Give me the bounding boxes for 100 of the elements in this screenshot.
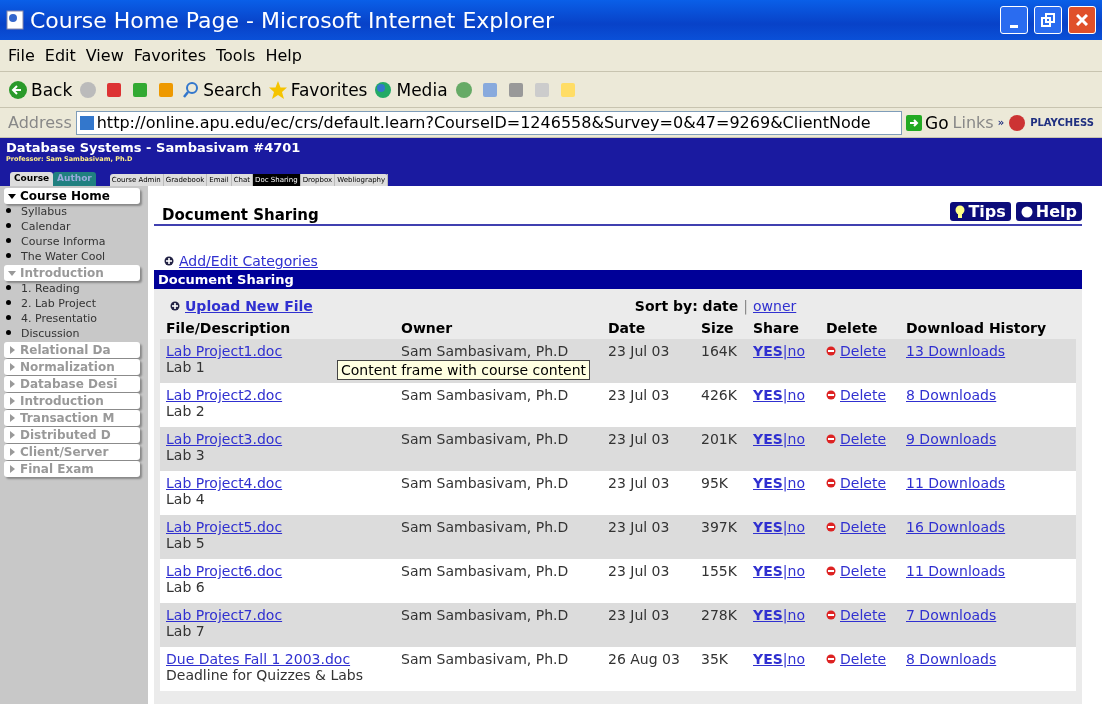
address-label: Address: [8, 113, 72, 132]
close-icon: [1076, 14, 1088, 26]
tips-button[interactable]: Tips: [950, 202, 1011, 221]
share-no-link[interactable]: |no: [782, 343, 805, 359]
sidebar-link[interactable]: Calendar: [21, 220, 71, 234]
sort-owner-link[interactable]: owner: [753, 298, 797, 314]
share-no-link[interactable]: |no: [782, 519, 805, 535]
owner-text: Sam Sambasivam, Ph.D: [401, 343, 569, 359]
sidebar-link[interactable]: Course Informa: [21, 235, 106, 249]
file-description: Deadline for Quizzes & Labs: [166, 667, 364, 683]
share-no-link[interactable]: |no: [782, 431, 805, 447]
file-link[interactable]: Lab Project7.doc: [166, 607, 395, 623]
document-icon: [6, 10, 24, 30]
course-title: Database Systems - Sambasivam #4701: [6, 140, 302, 155]
size-text: 95K: [701, 475, 728, 491]
lightbulb-icon: [955, 204, 966, 219]
menu-item[interactable]: Favorites: [133, 46, 206, 65]
sidebar-link[interactable]: 2. Lab Project: [21, 297, 96, 311]
close-button[interactable]: [1068, 6, 1096, 34]
owner-text: Sam Sambasivam, Ph.D: [401, 387, 569, 403]
date-text: 23 Jul 03: [608, 387, 670, 403]
restore-button[interactable]: [1034, 6, 1062, 34]
search-button[interactable]: Search: [182, 79, 262, 100]
search-icon: [182, 80, 201, 99]
share-no-link[interactable]: |no: [782, 651, 805, 667]
file-description: Lab 3: [166, 447, 205, 463]
share-no-link[interactable]: |no: [782, 475, 805, 491]
date-text: 23 Jul 03: [608, 519, 670, 535]
sidebar-link[interactable]: 1. Reading: [21, 282, 80, 296]
plus-icon: [170, 301, 180, 311]
more-links-button[interactable]: »: [997, 117, 1005, 128]
size-text: 155K: [701, 563, 737, 579]
add-categories-link[interactable]: Add/Edit Categories: [179, 253, 318, 269]
column-header: File/Description: [165, 319, 292, 338]
column-header: Download History: [905, 319, 1048, 338]
back-button[interactable]: Back: [8, 79, 73, 100]
share-yes-link[interactable]: YES: [753, 475, 783, 491]
minimize-icon: [1010, 24, 1018, 28]
favorites-button[interactable]: Favorites: [267, 79, 368, 100]
module-button[interactable]: Course Home: [4, 188, 140, 204]
owner-text: Sam Sambasivam, Ph.D: [401, 431, 569, 447]
share-no-link[interactable]: |no: [782, 563, 805, 579]
date-text: 26 Aug 03: [608, 651, 680, 667]
owner-text: Sam Sambasivam, Ph.D: [401, 563, 569, 579]
share-yes-link[interactable]: YES: [753, 387, 783, 403]
playchess-link[interactable]: PLAYCHESS: [1030, 117, 1094, 128]
file-link[interactable]: Lab Project3.doc: [166, 431, 395, 447]
delete-icon: [826, 434, 836, 444]
owner-text: Sam Sambasivam, Ph.D: [401, 607, 569, 623]
page-heading: Document Sharing: [162, 206, 320, 224]
file-link[interactable]: Lab Project4.doc: [166, 475, 395, 491]
address-field[interactable]: http://online.apu.edu/ec/crs/default.learn?CourseID=1246558&Survey=0&47=9269&ClientNode: [75, 110, 902, 135]
delete-icon: [826, 610, 836, 620]
share-yes-link[interactable]: YES: [753, 343, 783, 359]
file-link[interactable]: Lab Project5.doc: [166, 519, 395, 535]
sidebar-link[interactable]: Discussion: [21, 327, 80, 341]
share-yes-link[interactable]: YES: [753, 651, 783, 667]
menu-item[interactable]: File: [8, 46, 35, 65]
share-no-link[interactable]: |no: [782, 607, 805, 623]
menu-item[interactable]: Edit: [44, 46, 76, 65]
delete-icon: [826, 522, 836, 532]
file-description: Lab 6: [166, 579, 205, 595]
share-yes-link[interactable]: YES: [753, 519, 783, 535]
share-yes-link[interactable]: YES: [753, 607, 783, 623]
upload-link[interactable]: Upload New File: [185, 298, 313, 314]
mode-tab[interactable]: Course: [10, 172, 54, 186]
plus-icon: [164, 256, 174, 266]
owner-text: Sam Sambasivam, Ph.D: [401, 475, 569, 491]
date-text: 23 Jul 03: [608, 343, 670, 359]
sidebar-link[interactable]: The Water Cool: [21, 250, 106, 264]
menu-item[interactable]: Tools: [216, 46, 256, 65]
file-link[interactable]: Lab Project2.doc: [166, 387, 395, 403]
file-description: Lab 1: [166, 359, 205, 375]
file-link[interactable]: Lab Project1.doc: [166, 343, 395, 359]
file-link[interactable]: Due Dates Fall 1 2003.doc: [166, 651, 395, 667]
file-description: Lab 2: [166, 403, 205, 419]
column-header: Owner: [400, 319, 454, 338]
help-button[interactable]: Help: [1015, 202, 1082, 221]
menu-item[interactable]: Help: [265, 46, 302, 65]
size-text: 278K: [701, 607, 737, 623]
sidebar-link[interactable]: Syllabus: [21, 205, 68, 219]
size-text: 201K: [701, 431, 737, 447]
delete-icon: [826, 346, 836, 356]
star-icon: [267, 79, 288, 100]
share-yes-link[interactable]: YES: [753, 563, 783, 579]
size-text: 397K: [701, 519, 737, 535]
menu-item[interactable]: View: [85, 46, 124, 65]
delete-icon: [826, 654, 836, 664]
delete-icon: [826, 390, 836, 400]
globe-icon: [373, 79, 394, 100]
file-link[interactable]: Lab Project6.doc: [166, 563, 395, 579]
column-header: Size: [700, 319, 735, 338]
media-button[interactable]: Media: [373, 79, 448, 100]
minimize-button[interactable]: [1000, 6, 1028, 34]
share-no-link[interactable]: |no: [782, 387, 805, 403]
go-button[interactable]: Go: [905, 112, 949, 133]
delete-icon: [826, 478, 836, 488]
sidebar-link[interactable]: 4. Presentatio: [21, 312, 98, 326]
column-header: Date: [607, 319, 647, 338]
share-yes-link[interactable]: YES: [753, 431, 783, 447]
